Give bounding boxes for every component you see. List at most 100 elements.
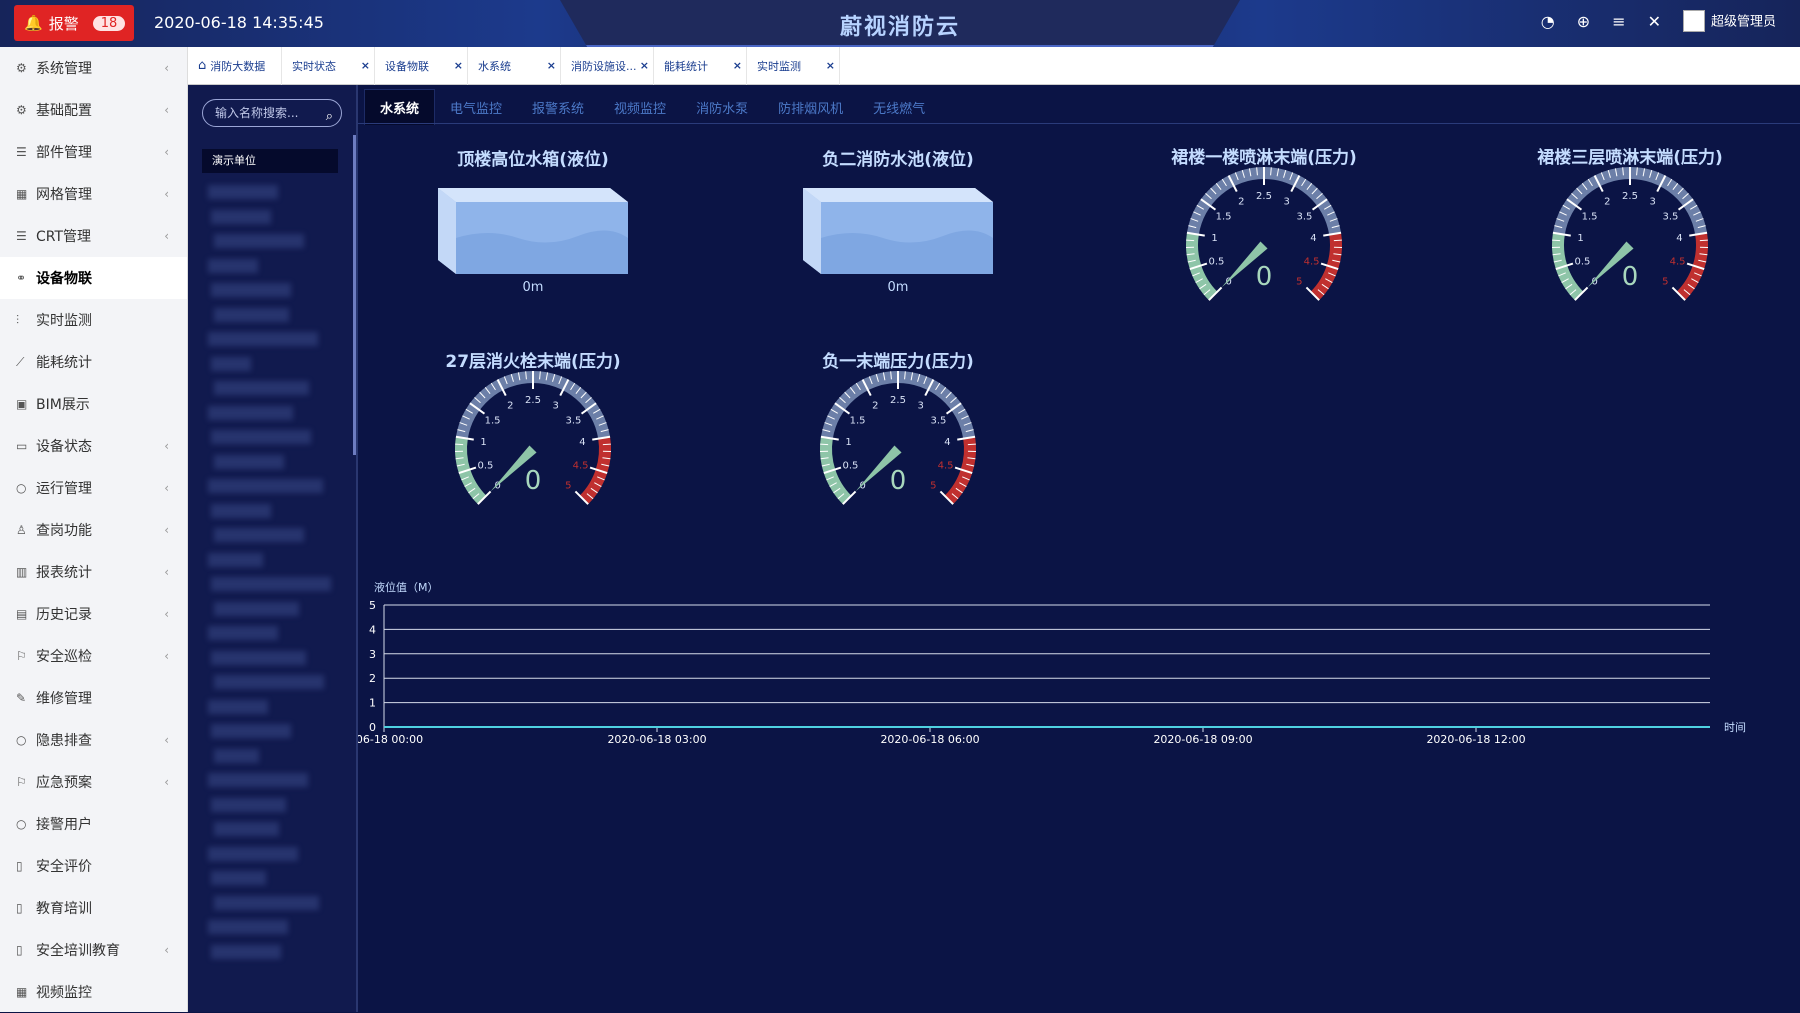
tree-node[interactable] — [214, 822, 279, 836]
tree-node[interactable] — [211, 724, 291, 738]
tree-node[interactable] — [208, 185, 278, 199]
sidebar-item[interactable]: ○运行管理‹ — [0, 467, 187, 509]
close-tab-icon[interactable]: × — [547, 59, 556, 72]
dashboard-icon[interactable]: ◔ — [1541, 12, 1555, 31]
gauge-tick-label: 1 — [845, 437, 851, 448]
tree-node[interactable] — [208, 626, 278, 640]
page-tab[interactable]: 实时状态× — [282, 47, 375, 85]
gauge-tick-label: 2.5 — [525, 395, 541, 406]
user-menu[interactable]: 超级管理员 — [1683, 10, 1776, 32]
page-tab[interactable]: ⌂消防大数据 — [188, 47, 282, 85]
sidebar-item[interactable]: ⟋能耗统计 — [0, 341, 187, 383]
fullscreen-icon[interactable]: ✕ — [1648, 12, 1661, 31]
sidebar-item[interactable]: ▦网格管理‹ — [0, 173, 187, 215]
tree-node[interactable] — [214, 602, 299, 616]
sidebar-item[interactable]: ⚙系统管理‹ — [0, 47, 187, 89]
tree-node[interactable] — [214, 308, 289, 322]
gauge-tick-label: 4.5 — [1670, 256, 1686, 267]
sidebar-item[interactable]: ♙查岗功能‹ — [0, 509, 187, 551]
tree-node[interactable] — [214, 528, 304, 542]
system-subtab[interactable]: 视频监控 — [599, 89, 681, 125]
sidebar-item[interactable]: ⚐应急预案‹ — [0, 761, 187, 803]
page-tab[interactable]: 水系统× — [468, 47, 561, 85]
tree-node[interactable] — [208, 479, 323, 493]
search-icon[interactable]: ⌕ — [326, 104, 333, 130]
gauge-tick-label: 0.5 — [842, 460, 858, 471]
tree-node[interactable] — [211, 210, 271, 224]
close-tab-icon[interactable]: × — [733, 59, 742, 72]
sidebar-item[interactable]: ⚙基础配置‹ — [0, 89, 187, 131]
gauge-tick-label: 4.5 — [1304, 256, 1320, 267]
system-subtab[interactable]: 电气监控 — [435, 89, 517, 125]
tree-node[interactable] — [211, 945, 281, 959]
chart-ytick-label: 5 — [369, 599, 376, 612]
system-subtab[interactable]: 无线燃气 — [858, 89, 940, 125]
page-tab[interactable]: 能耗统计× — [654, 47, 747, 85]
tree-node[interactable] — [208, 920, 288, 934]
tree-node[interactable] — [211, 577, 331, 591]
sidebar-item[interactable]: ▯安全培训教育‹ — [0, 929, 187, 971]
tree-node[interactable] — [208, 847, 298, 861]
sidebar-item-label: 设备状态 — [36, 436, 92, 456]
sidebar-item[interactable]: ▦视频监控 — [0, 971, 187, 1013]
tree-node[interactable] — [214, 675, 324, 689]
sidebar-item[interactable]: ▣BIM展示 — [0, 383, 187, 425]
tree-node[interactable] — [214, 381, 309, 395]
globe-icon[interactable]: ⊕ — [1577, 12, 1590, 31]
close-tab-icon[interactable]: × — [361, 59, 370, 72]
close-tab-icon[interactable]: × — [454, 59, 463, 72]
tree-node[interactable] — [214, 896, 319, 910]
system-subtab[interactable]: 消防水泵 — [681, 89, 763, 125]
page-tab[interactable]: 实时监测× — [747, 47, 840, 85]
sidebar-item[interactable]: ✎维修管理 — [0, 677, 187, 719]
sidebar-item[interactable]: ▤历史记录‹ — [0, 593, 187, 635]
tree-search-input[interactable]: 输入名称搜索... ⌕ — [202, 99, 342, 127]
signpost-icon: ⚐ — [16, 649, 32, 663]
gauge-tick-label: 3.5 — [930, 416, 946, 427]
tree-node[interactable] — [214, 455, 284, 469]
sidebar-item[interactable]: ⚭设备物联 — [0, 257, 187, 299]
sidebar-item[interactable]: ▭设备状态‹ — [0, 425, 187, 467]
chevron-left-icon: ‹ — [164, 733, 169, 747]
tree-node[interactable] — [211, 430, 311, 444]
signpost-icon: ⚐ — [16, 775, 32, 789]
tree-node[interactable] — [211, 798, 286, 812]
close-tab-icon[interactable]: × — [640, 59, 649, 72]
tree-node[interactable] — [208, 700, 268, 714]
tree-node[interactable] — [208, 553, 263, 567]
sidebar-item[interactable]: ⫶实时监测 — [0, 299, 187, 341]
tree-node[interactable] — [208, 773, 308, 787]
tree-node[interactable] — [208, 406, 293, 420]
sidebar-item-label: 视频监控 — [36, 982, 92, 1002]
tree-root-node[interactable]: 演示单位 — [202, 149, 338, 173]
tree-node[interactable] — [211, 283, 291, 297]
menu-icon[interactable]: ≡ — [1612, 12, 1625, 31]
sidebar-item[interactable]: ○隐患排查‹ — [0, 719, 187, 761]
sidebar-item-label: BIM展示 — [36, 394, 90, 414]
sidebar-item[interactable]: ○接警用户 — [0, 803, 187, 845]
tree-node[interactable] — [208, 259, 258, 273]
page-tab[interactable]: 消防设施设...× — [561, 47, 654, 85]
sidebar-item[interactable]: ⚐安全巡检‹ — [0, 635, 187, 677]
tree-node[interactable] — [214, 749, 259, 763]
system-subtab[interactable]: 报警系统 — [517, 89, 599, 125]
alarm-button[interactable]: 🔔 报警 18 — [14, 5, 134, 41]
chart-xlabel: 时间 — [1724, 721, 1746, 734]
sidebar-item[interactable]: ☰CRT管理‹ — [0, 215, 187, 257]
sidebar-item[interactable]: ▯教育培训 — [0, 887, 187, 929]
tree-node[interactable] — [214, 234, 304, 248]
tree-node[interactable] — [211, 504, 271, 518]
sidebar-item[interactable]: ▯安全评价 — [0, 845, 187, 887]
tree-scrollbar[interactable] — [353, 135, 356, 455]
system-subtab[interactable]: 水系统 — [364, 89, 435, 125]
tree-node[interactable] — [211, 871, 266, 885]
page-tab[interactable]: 设备物联× — [375, 47, 468, 85]
top-header: 🔔 报警 18 2020-06-18 14:35:45 蔚视消防云 ◔ ⊕ ≡ … — [0, 0, 1800, 47]
sidebar-item[interactable]: ▥报表统计‹ — [0, 551, 187, 593]
system-subtab[interactable]: 防排烟风机 — [763, 89, 858, 125]
tree-node[interactable] — [208, 332, 318, 346]
close-tab-icon[interactable]: × — [826, 59, 835, 72]
sidebar-item[interactable]: ☰部件管理‹ — [0, 131, 187, 173]
tree-node[interactable] — [211, 357, 251, 371]
tree-node[interactable] — [211, 651, 306, 665]
